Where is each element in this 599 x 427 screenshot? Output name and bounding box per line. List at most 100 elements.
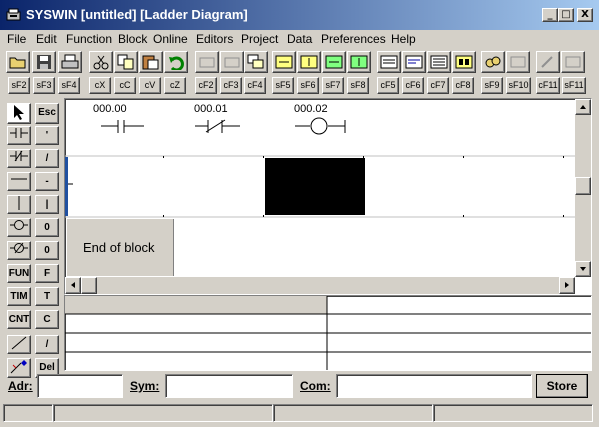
key-zero-a[interactable]: 0 <box>35 218 59 237</box>
fkey-cf5[interactable]: cF5 <box>377 77 399 94</box>
delete-row-button[interactable] <box>322 51 346 73</box>
arrow-right-icon <box>565 282 569 288</box>
sym-input[interactable] <box>165 374 293 398</box>
menu-help[interactable]: Help <box>391 32 416 46</box>
close-button[interactable]: X <box>577 8 593 22</box>
com-input[interactable] <box>336 374 532 398</box>
floppy-icon <box>37 55 51 69</box>
menu-data[interactable]: Data <box>287 32 312 46</box>
key-apostrophe[interactable]: ' <box>35 126 59 145</box>
key-t[interactable]: T <box>35 287 59 306</box>
fkey-sf8[interactable]: sF8 <box>347 77 369 94</box>
fkey-sf6[interactable]: sF6 <box>297 77 319 94</box>
compile-button[interactable] <box>377 51 401 73</box>
copy-button[interactable] <box>114 51 138 73</box>
ladder-diagram[interactable]: 000.00 000.01 000.02 End of block <box>64 98 592 295</box>
tool-disabled-3[interactable] <box>506 51 530 73</box>
fkey-cz[interactable]: cZ <box>164 77 186 94</box>
save-button[interactable] <box>32 51 56 73</box>
store-button[interactable]: Store <box>536 374 588 398</box>
scroll-thumb-horizontal[interactable] <box>81 277 97 294</box>
vertical-line-tool[interactable] <box>7 195 31 214</box>
print-button[interactable] <box>58 51 82 73</box>
fkey-cf3[interactable]: cF3 <box>220 77 242 94</box>
fkey-sf7[interactable]: sF7 <box>322 77 344 94</box>
key-diag-slash[interactable]: / <box>35 335 59 354</box>
nc-contact-tool[interactable] <box>7 149 31 168</box>
key-c[interactable]: C <box>35 310 59 329</box>
scroll-up-button[interactable] <box>575 99 591 115</box>
nc-coil-tool[interactable] <box>7 241 31 260</box>
fkey-cc[interactable]: cC <box>114 77 136 94</box>
fkey-cf7[interactable]: cF7 <box>427 77 449 94</box>
key-zero-b[interactable]: 0 <box>35 241 59 260</box>
tool-disabled-1[interactable] <box>195 51 219 73</box>
title-bar[interactable]: SYSWIN [untitled] [Ladder Diagram] _ □ X <box>0 0 599 30</box>
menu-preferences[interactable]: Preferences <box>321 32 386 46</box>
tim-tool[interactable]: TIM <box>7 287 31 306</box>
key-minus[interactable]: - <box>35 172 59 191</box>
fkey-sf4[interactable]: sF4 <box>58 77 80 94</box>
copy-icon <box>117 54 134 70</box>
windows-icon <box>247 54 264 69</box>
fkey-cv[interactable]: cV <box>139 77 161 94</box>
menu-online[interactable]: Online <box>153 32 188 46</box>
windows-button[interactable] <box>244 51 268 73</box>
vertical-line-icon <box>18 196 20 210</box>
fkey-cf4[interactable]: cF4 <box>244 77 266 94</box>
no-contact-tool[interactable] <box>7 126 31 145</box>
tool-disabled-2[interactable] <box>220 51 244 73</box>
diagonal-line-tool[interactable] <box>7 335 31 354</box>
esc-key[interactable]: Esc <box>35 103 59 124</box>
fun-tool[interactable]: FUN <box>7 264 31 283</box>
online-button[interactable] <box>481 51 505 73</box>
insert-column-button[interactable] <box>297 51 321 73</box>
fkey-sf9[interactable]: sF9 <box>481 77 503 94</box>
list-button[interactable] <box>427 51 451 73</box>
selection-cursor[interactable] <box>265 158 365 215</box>
tool-disabled-5[interactable] <box>561 51 585 73</box>
horizontal-line-tool[interactable] <box>7 172 31 191</box>
key-pipe[interactable]: | <box>35 195 59 214</box>
menu-file[interactable]: File <box>7 32 26 46</box>
delete-column-button[interactable] <box>347 51 371 73</box>
menu-edit[interactable]: Edit <box>36 32 57 46</box>
fkey-cf11[interactable]: cF11 <box>536 77 560 94</box>
coil-tool[interactable] <box>7 218 31 237</box>
scroll-down-button[interactable] <box>575 261 591 277</box>
cut-button[interactable] <box>89 51 113 73</box>
scroll-thumb[interactable] <box>575 177 591 195</box>
menu-block[interactable]: Block <box>118 32 147 46</box>
undo-button[interactable] <box>164 51 188 73</box>
menu-project[interactable]: Project <box>241 32 278 46</box>
fkey-sf11[interactable]: sF11 <box>562 77 586 94</box>
menu-editors[interactable]: Editors <box>196 32 233 46</box>
menu-function[interactable]: Function <box>66 32 112 46</box>
fkey-sf10[interactable]: sF10 <box>506 77 531 94</box>
io-button[interactable] <box>452 51 476 73</box>
scroll-left-button[interactable] <box>65 277 81 294</box>
minimize-button[interactable]: _ <box>542 8 558 22</box>
monitor-button[interactable] <box>402 51 426 73</box>
adr-input[interactable] <box>37 374 123 398</box>
fkey-cx[interactable]: cX <box>89 77 111 94</box>
fkey-sf3[interactable]: sF3 <box>33 77 55 94</box>
maximize-button[interactable]: □ <box>558 8 574 22</box>
insert-row-button[interactable] <box>272 51 296 73</box>
key-slash[interactable]: / <box>35 149 59 168</box>
paste-button[interactable] <box>139 51 163 73</box>
cnt-tool[interactable]: CNT <box>7 310 31 329</box>
scroll-right-button[interactable] <box>559 277 575 294</box>
fkey-cf2[interactable]: cF2 <box>195 77 217 94</box>
fkey-cf6[interactable]: cF6 <box>402 77 424 94</box>
key-f[interactable]: F <box>35 264 59 283</box>
fkey-sf5[interactable]: sF5 <box>272 77 294 94</box>
open-button[interactable] <box>6 51 30 73</box>
end-of-block-cell[interactable]: End of block <box>67 219 174 276</box>
fkey-sf2[interactable]: sF2 <box>8 77 30 94</box>
vertical-scrollbar[interactable] <box>575 99 591 277</box>
select-tool[interactable] <box>7 103 31 124</box>
horizontal-scrollbar[interactable] <box>65 277 575 294</box>
tool-disabled-4[interactable] <box>536 51 560 73</box>
fkey-cf8[interactable]: cF8 <box>452 77 474 94</box>
